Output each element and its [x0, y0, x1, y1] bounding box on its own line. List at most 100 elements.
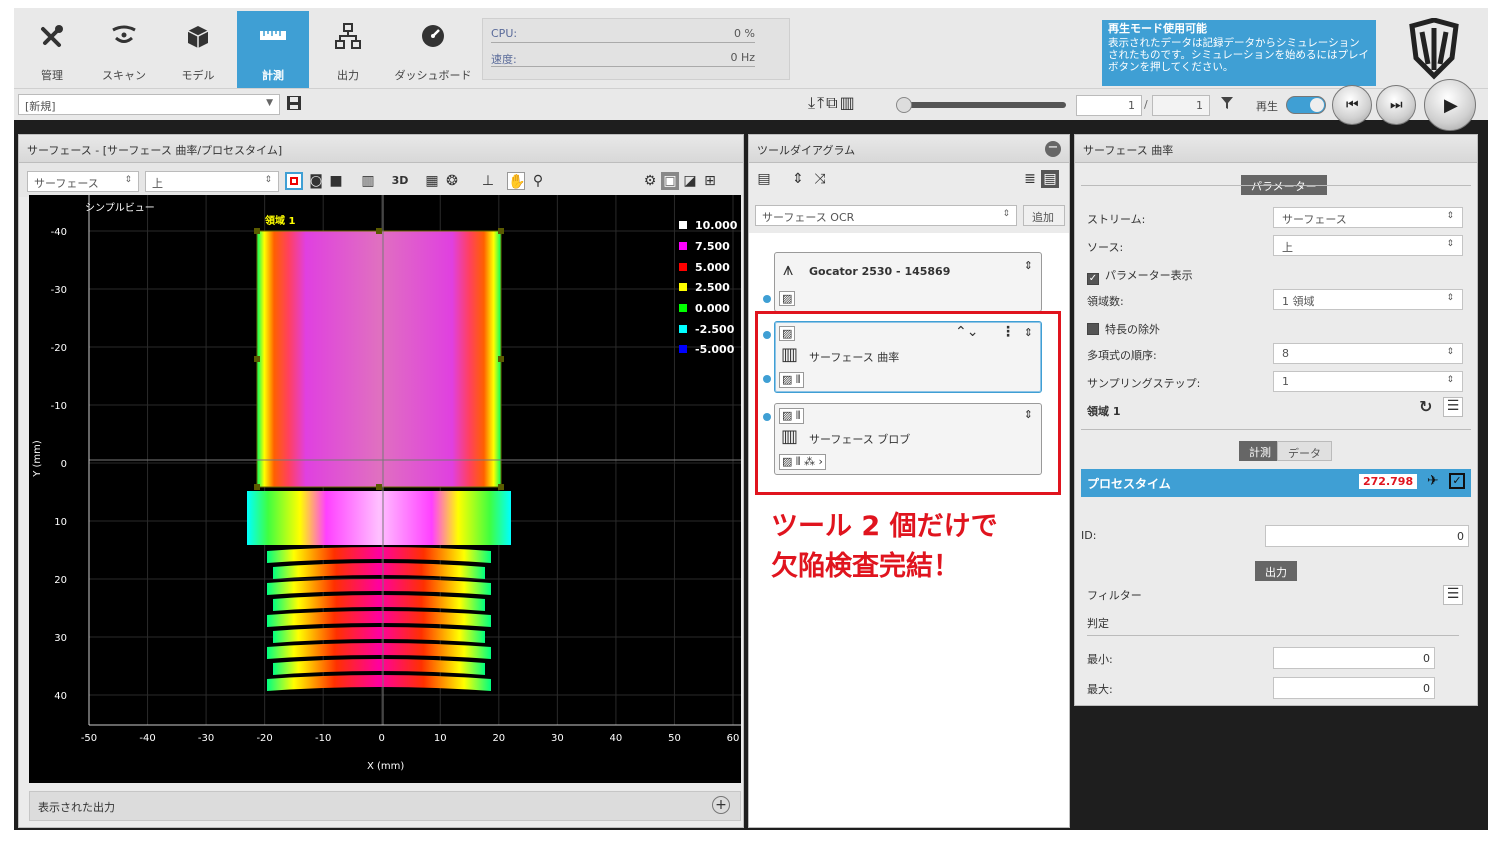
play-button[interactable]: ▶ — [1424, 79, 1476, 131]
displayed-output-label: 表示された出力 — [38, 801, 115, 814]
add-tool-button[interactable]: 追加 — [1023, 205, 1065, 226]
collapse-all-icon[interactable]: ⤨ — [811, 170, 829, 188]
step-button[interactable]: ⏭ — [1376, 85, 1416, 125]
surface-output-icon[interactable]: ▨ — [779, 291, 796, 306]
pin-icon[interactable]: ✈ — [1427, 473, 1439, 489]
tab-admin[interactable]: 管理 — [16, 11, 88, 88]
checkbox-checked-icon[interactable]: ✓ — [1087, 273, 1099, 285]
profile-icon[interactable]: ⊥ — [479, 172, 497, 190]
intensity-view-icon[interactable]: ■ — [327, 172, 345, 190]
zoom-icon[interactable]: ⚲ — [529, 172, 547, 190]
connector-pin[interactable] — [763, 295, 771, 303]
tab-measurements[interactable]: 計測 — [1239, 441, 1281, 461]
tool-select[interactable]: サーフェース OCR ⇕ — [755, 205, 1017, 226]
reset-icon[interactable]: ↻ — [1419, 397, 1432, 416]
legend-item: 5.000 — [679, 261, 730, 275]
x-tick-label: 20 — [492, 733, 505, 744]
exclude-features-row[interactable]: 特長の除外 — [1087, 321, 1160, 337]
slider-handle[interactable] — [896, 97, 912, 113]
expand-icon[interactable]: ⊞ — [701, 172, 719, 190]
legend-swatch — [679, 304, 687, 312]
split-view-icon[interactable]: ▥ — [359, 172, 377, 190]
upload-icon[interactable]: ⤒ — [817, 93, 826, 112]
tool-settings-panel: サーフェース 曲率 パラメーター ストリーム: サーフェース ⇕ ソース: 上 ⇕ … — [1074, 134, 1478, 706]
surface-cylinder-top — [257, 231, 501, 487]
measurement-row-process-time[interactable]: プロセスタイム 272.798 ✈ ✓ — [1081, 469, 1471, 497]
region-handle[interactable] — [498, 356, 504, 362]
chevron-updown-icon[interactable]: ⇕ — [1024, 259, 1033, 272]
rewind-button[interactable]: ⏮ — [1332, 85, 1372, 125]
export-icon[interactable]: ⧉ — [826, 93, 839, 112]
expand-all-icon[interactable]: ⇕ — [789, 170, 807, 188]
region-handle[interactable] — [254, 228, 260, 234]
heightmap-view-icon[interactable] — [285, 172, 303, 190]
tab-model[interactable]: モデル — [162, 11, 234, 88]
region-handle[interactable] — [498, 228, 504, 234]
save-icon[interactable] — [286, 95, 302, 111]
displayed-output-bar[interactable]: 表示された出力 + — [29, 791, 741, 821]
region-handle[interactable] — [498, 484, 504, 490]
trash-icon[interactable]: ▥ — [840, 93, 857, 112]
checkbox-checked-icon[interactable]: ✓ — [1449, 473, 1465, 489]
sampling-step-select[interactable]: 1 ⇕ — [1273, 371, 1463, 392]
tree-view-icon[interactable]: ▤ — [755, 170, 773, 188]
pan-hand-icon[interactable]: ✋ — [507, 172, 525, 190]
tab-measure[interactable]: 計測 — [237, 11, 309, 88]
list-view-icon[interactable]: ≣ — [1021, 170, 1039, 188]
replay-toggle[interactable] — [1286, 96, 1326, 114]
snapshot-icon[interactable]: ◪ — [681, 172, 699, 190]
frame-current-input[interactable]: 1 — [1076, 95, 1142, 116]
x-tick-label: 0 — [379, 733, 385, 744]
palette-icon[interactable]: ❂ — [443, 172, 461, 190]
add-output-icon[interactable]: + — [712, 796, 730, 814]
stream-select[interactable]: サーフェース ⇕ — [1273, 207, 1463, 228]
tab-output[interactable]: 出力 — [312, 11, 384, 88]
region-handle[interactable] — [376, 484, 382, 490]
show-params-row[interactable]: ✓ パラメーター表示 — [1087, 267, 1193, 285]
collapse-icon[interactable]: − — [1045, 141, 1061, 157]
output-icon — [335, 23, 361, 49]
legend-value: 7.500 — [695, 240, 730, 253]
playback-slider[interactable] — [896, 97, 1066, 113]
job-select[interactable]: [新規] ▼ — [18, 94, 280, 115]
x-tick-label: 50 — [668, 733, 681, 744]
3d-view-button[interactable]: 3D — [387, 172, 413, 190]
list-icon[interactable]: ☰ — [1443, 397, 1463, 417]
surface-collar — [247, 491, 511, 545]
tab-data[interactable]: データ — [1277, 441, 1332, 461]
region-handle[interactable] — [254, 484, 260, 490]
view-select[interactable]: 上 ⇕ — [145, 171, 279, 192]
source-select-value: サーフェース — [34, 177, 99, 190]
settings-icon[interactable]: ⚙ — [641, 172, 659, 190]
checkbox-icon[interactable] — [1087, 323, 1099, 335]
grayscale-view-icon[interactable]: ◙ — [307, 172, 325, 190]
download-icon[interactable]: ⤓ — [808, 93, 817, 112]
surface-plot[interactable]: -50 -40 -30 -20 -10 0 10 20 30 40 50 60 -40 -30 -20 -1… — [29, 195, 741, 783]
region-handle[interactable] — [254, 356, 260, 362]
tab-scan[interactable]: スキャン — [88, 11, 160, 88]
source-select[interactable]: 上 ⇕ — [1273, 235, 1463, 256]
sensor-node[interactable]: ⩚ Gocator 2530 - 145869 ⇕ ▨ — [774, 252, 1042, 312]
diagram-view-icon[interactable]: ▤ — [1041, 170, 1059, 188]
filter-list-icon[interactable]: ☰ — [1443, 585, 1463, 605]
y-tick-label: -20 — [51, 343, 67, 354]
max-input[interactable]: 0 — [1273, 677, 1435, 699]
tools-icon — [41, 25, 63, 47]
grid-icon[interactable]: ▦ — [423, 172, 441, 190]
stream-value: サーフェース — [1282, 213, 1347, 226]
fit-icon[interactable]: ▣ — [661, 172, 679, 190]
source-select[interactable]: サーフェース ⇕ — [27, 171, 139, 192]
min-input[interactable]: 0 — [1273, 647, 1435, 669]
legend-swatch — [679, 345, 687, 353]
id-input[interactable]: 0 — [1265, 525, 1469, 547]
tab-dashboard[interactable]: ダッシュボード — [392, 11, 474, 88]
thread-band — [273, 595, 485, 611]
thread-band — [267, 675, 491, 691]
rewind-icon: ⏮ — [1346, 97, 1359, 113]
filter-icon[interactable] — [1220, 96, 1234, 110]
scan-icon — [112, 25, 136, 43]
tab-label: 管理 — [41, 69, 63, 82]
regions-select[interactable]: 1 領域 ⇕ — [1273, 289, 1463, 310]
poly-order-select[interactable]: 8 ⇕ — [1273, 343, 1463, 364]
region-handle[interactable] — [376, 228, 382, 234]
